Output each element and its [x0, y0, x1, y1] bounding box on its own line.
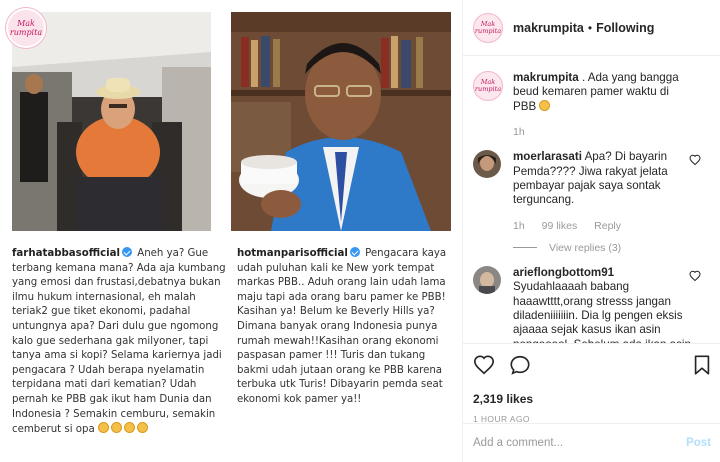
comment-username[interactable]: arieflongbottom91: [513, 266, 614, 279]
comment-meta: 1h 99 likes Reply: [513, 220, 711, 232]
avatar-image: [473, 265, 501, 294]
add-comment-input[interactable]: [473, 437, 687, 449]
coffee-photo: [231, 12, 451, 231]
comment-text: moerlarasati Apa? Di bayarin Pemda???? J…: [513, 150, 691, 208]
right-caption: hotmanparisofficial Pengacara kaya udah …: [237, 247, 459, 408]
left-caption-text: Aneh ya? Gue terbang kemana mana? Ada aj…: [12, 248, 226, 436]
comment-time: 1h: [513, 219, 525, 232]
reply-button[interactable]: Reply: [594, 220, 621, 232]
view-replies-label: View replies (3): [549, 241, 622, 254]
emoji-icon: [123, 422, 135, 434]
header-username[interactable]: makrumpita: [513, 21, 584, 35]
comment-time: 1h: [513, 126, 525, 139]
like-comment-heart-icon[interactable]: [689, 154, 701, 166]
like-heart-icon[interactable]: [473, 354, 495, 376]
right-caption-text: Pengacara kaya udah puluhan kali ke New …: [237, 248, 447, 405]
left-panel: Mak rumpita farhatabbasofficial Aneh ya?…: [0, 0, 231, 462]
avatar[interactable]: [473, 265, 501, 294]
post-actions: 2,319 likes 1 HOUR AGO: [463, 343, 720, 424]
caption-comment: Mak rumpita makrumpita . Ada yang bangga…: [473, 71, 711, 138]
emoji-icon: [539, 99, 551, 111]
avatar-text: Mak rumpita: [474, 19, 502, 35]
list-item: moerlarasati Apa? Di bayarin Pemda???? J…: [473, 150, 711, 254]
like-comment-heart-icon[interactable]: [689, 270, 701, 282]
emoji-icon: [97, 422, 109, 434]
comment-body: Syudahlaaaah babang haaawtttt,orang stre…: [513, 280, 691, 343]
comment-username[interactable]: makrumpita: [513, 71, 579, 84]
verified-icon: [349, 247, 360, 257]
avatar[interactable]: [473, 150, 501, 179]
avatar-text: Mak rumpita: [474, 78, 502, 93]
comments-list[interactable]: Mak rumpita makrumpita . Ada yang bangga…: [463, 57, 720, 343]
list-item: arieflongbottom91 Syudahlaaaah babang ha…: [473, 265, 711, 343]
comment-icon[interactable]: [509, 354, 531, 376]
right-panel: hotmanparisofficial Pengacara kaya udah …: [231, 0, 462, 462]
post-button[interactable]: Post: [686, 437, 711, 449]
following-button[interactable]: Following: [596, 21, 654, 35]
save-bookmark-icon[interactable]: [691, 354, 713, 376]
add-comment-bar: Post: [463, 423, 720, 462]
comment-username[interactable]: moerlarasati: [513, 150, 582, 163]
header-separator: •: [587, 20, 593, 35]
post-header: Mak rumpita makrumpita • Following: [463, 0, 720, 56]
emoji-icon: [136, 422, 148, 434]
view-replies-line: [513, 247, 537, 249]
logo-text: Mak rumpita: [9, 19, 43, 37]
post-media[interactable]: Mak rumpita farhatabbasofficial Aneh ya?…: [0, 0, 462, 462]
comment-likes[interactable]: 99 likes: [542, 220, 578, 232]
right-caption-username[interactable]: hotmanparisofficial: [237, 248, 348, 259]
verified-icon: [121, 247, 132, 257]
coffee-photo-image: [231, 12, 451, 231]
airplane-photo-image: [12, 12, 211, 231]
comment-text: makrumpita . Ada yang bangga beud kemare…: [513, 71, 691, 114]
left-caption: farhatabbasofficial Aneh ya? Gue terbang…: [12, 247, 228, 438]
view-replies-button[interactable]: View replies (3): [513, 242, 711, 254]
post-side-panel: Mak rumpita makrumpita • Following Mak r…: [462, 0, 720, 462]
comment-meta: 1h: [513, 126, 711, 138]
likes-count[interactable]: 2,319 likes: [473, 392, 711, 406]
comment-text: arieflongbottom91 Syudahlaaaah babang ha…: [513, 266, 691, 343]
makrumpita-logo: Mak rumpita: [6, 8, 46, 48]
airplane-photo: [12, 12, 211, 231]
avatar-image: [473, 150, 501, 179]
avatar[interactable]: Mak rumpita: [473, 12, 503, 43]
emoji-icon: [110, 422, 122, 434]
left-caption-username[interactable]: farhatabbasofficial: [12, 248, 120, 259]
action-icons: [473, 354, 711, 380]
avatar[interactable]: Mak rumpita: [473, 71, 503, 101]
